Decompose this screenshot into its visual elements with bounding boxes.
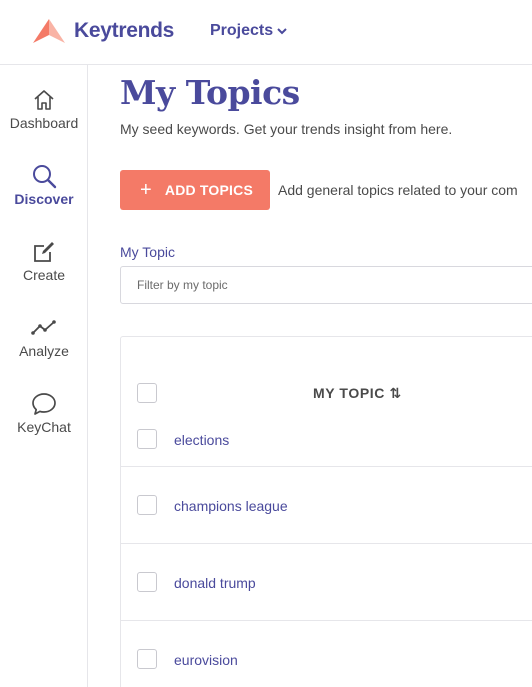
select-all-checkbox[interactable] [137, 383, 157, 403]
sidebar-item-label: Analyze [19, 343, 69, 359]
sidebar-item-label: KeyChat [17, 419, 71, 435]
keytrends-logo-icon [33, 19, 65, 43]
table-row[interactable]: eurovision [121, 621, 532, 687]
brand-logo[interactable]: Keytrends [32, 18, 174, 44]
sidebar-item-create[interactable]: Create [0, 239, 88, 283]
projects-label: Projects [210, 22, 274, 39]
table-row[interactable]: elections [121, 415, 532, 467]
row-checkbox[interactable] [137, 572, 157, 592]
edit-icon [34, 242, 54, 262]
sidebar-item-analyze[interactable]: Analyze [0, 315, 88, 359]
topic-cell[interactable]: donald trump [174, 575, 256, 591]
projects-dropdown[interactable]: Projects [210, 22, 287, 40]
add-topics-label: ADD TOPICS [164, 182, 253, 198]
filter-label: My Topic [120, 244, 175, 260]
sidebar-item-keychat[interactable]: KeyChat [0, 391, 88, 435]
topic-cell[interactable]: elections [174, 432, 229, 448]
home-icon [34, 90, 54, 110]
top-bar: Keytrends Projects [0, 0, 532, 65]
row-checkbox[interactable] [137, 495, 157, 515]
add-topics-button[interactable]: + ADD TOPICS [120, 170, 270, 210]
row-checkbox[interactable] [137, 649, 157, 669]
main-content: My Topics My seed keywords. Get your tre… [88, 65, 532, 687]
sidebar-item-discover[interactable]: Discover [0, 163, 88, 207]
table-row[interactable]: champions league [121, 467, 532, 544]
topic-cell[interactable]: eurovision [174, 652, 238, 668]
plus-icon: + [140, 179, 152, 201]
sidebar-item-label: Dashboard [9, 115, 79, 131]
sidebar-item-label: Create [22, 267, 66, 283]
sidebar: Dashboard Discover Create Analyze KeyCha… [0, 65, 88, 687]
add-topics-helper-text: Add general topics related to your com [278, 182, 518, 198]
page-title: My Topics [120, 73, 300, 112]
chat-bubble-icon [32, 393, 56, 415]
chevron-down-icon [277, 28, 287, 35]
sidebar-item-dashboard[interactable]: Dashboard [0, 87, 88, 131]
brand-name: Keytrends [74, 19, 175, 42]
chart-line-icon [31, 320, 56, 335]
search-icon [33, 165, 57, 189]
row-checkbox[interactable] [137, 429, 157, 449]
column-header-my-topic[interactable]: MY TOPIC ⇅ [313, 385, 402, 402]
table-row[interactable]: donald trump [121, 544, 532, 621]
sidebar-item-label: Discover [14, 191, 74, 207]
page-subtitle: My seed keywords. Get your trends insigh… [120, 121, 453, 137]
topics-table: MY TOPIC ⇅ elections champions league do… [120, 336, 532, 687]
topic-cell[interactable]: champions league [174, 498, 288, 514]
filter-topic-input[interactable] [120, 266, 532, 304]
